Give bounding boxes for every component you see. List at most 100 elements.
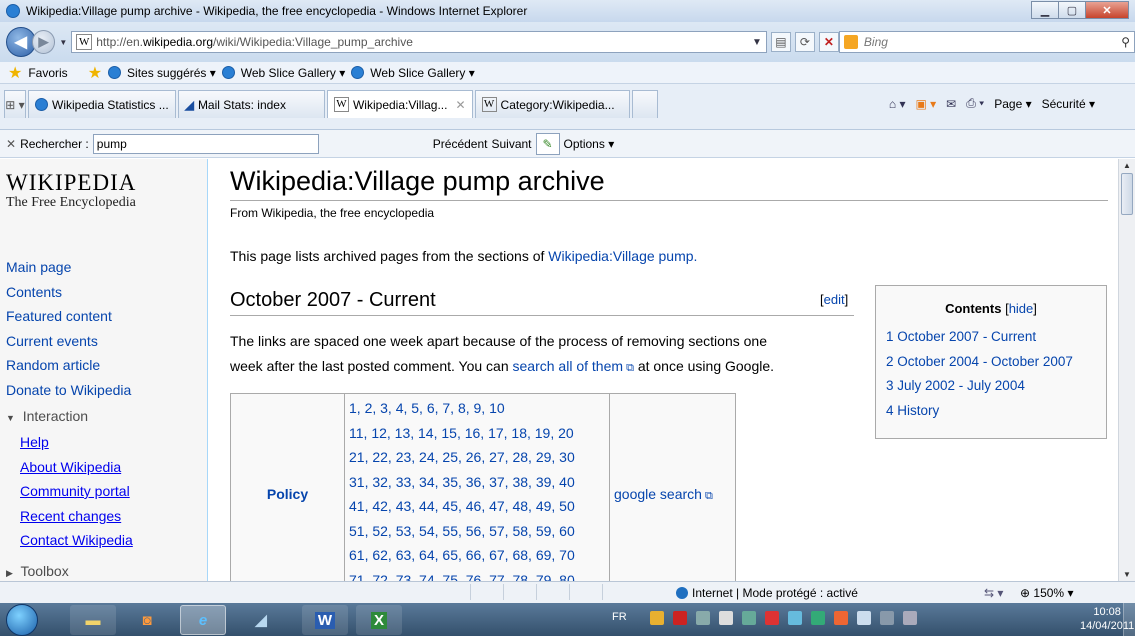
show-desktop-button[interactable] <box>1123 603 1135 636</box>
search-all-link[interactable]: search all of them <box>513 358 624 374</box>
tray-usb-icon[interactable] <box>856 611 871 625</box>
search-icon[interactable]: ⚲ <box>1121 35 1130 49</box>
scroll-down-icon[interactable]: ▼ <box>1123 570 1131 579</box>
find-next-button[interactable]: Suivant <box>491 137 531 151</box>
address-dropdown-icon[interactable]: ▼ <box>752 37 762 48</box>
find-previous-button[interactable]: Précédent <box>433 137 488 151</box>
policy-label[interactable]: Policy <box>267 486 308 502</box>
print-icon[interactable]: ⎙ ▾ <box>966 96 984 111</box>
volume-icon[interactable] <box>718 611 733 625</box>
edit-link[interactable]: edit <box>824 292 845 307</box>
tray-flag-icon[interactable] <box>833 611 848 625</box>
system-tray: FR <box>612 611 917 625</box>
toolbox-heading[interactable]: ▶ Toolbox <box>6 563 69 579</box>
nav-contents[interactable]: Contents <box>6 284 62 300</box>
tab-village-pump[interactable]: W Wikipedia:Villag... ✕ <box>326 90 473 118</box>
archive-row[interactable]: 51, 52, 53, 54, 55, 56, 57, 58, 59, 60 <box>349 519 605 544</box>
nav-featured-content[interactable]: Featured content <box>6 308 112 324</box>
maximize-button[interactable]: ▢ <box>1058 1 1086 19</box>
close-window-button[interactable]: ✕ <box>1085 1 1129 19</box>
word-taskbar-button[interactable]: W <box>302 605 348 635</box>
security-zone[interactable]: Internet | Mode protégé : activé <box>676 586 858 600</box>
zoom-dropdown-icon[interactable]: ▾ <box>1067 586 1073 600</box>
archive-row[interactable]: 31, 32, 33, 34, 35, 36, 37, 38, 39, 40 <box>349 470 605 495</box>
app-taskbar-button[interactable]: ◢ <box>238 605 284 635</box>
toc-item[interactable]: 4 History <box>886 403 939 418</box>
fav-item-webslice-1[interactable]: Web Slice Gallery ▾ <box>241 66 346 80</box>
zoom-control[interactable]: ⊕ 150% ▾ <box>1020 586 1073 600</box>
tray-security-icon[interactable] <box>672 611 687 625</box>
find-input[interactable]: pump <box>92 133 319 154</box>
wikipedia-logo[interactable]: WIKIPEDIA The Free Encyclopedia <box>6 170 136 211</box>
excel-taskbar-button[interactable]: X <box>356 605 402 635</box>
feeds-icon[interactable]: ▣ ▾ <box>915 97 936 111</box>
favorites-star-icon[interactable]: ★ <box>8 63 22 83</box>
find-options-button[interactable]: Options ▾ <box>564 137 615 151</box>
status-tools-icon[interactable]: ⇆ ▾ <box>984 586 1003 600</box>
nav-community-portal[interactable]: Community portal <box>20 483 130 499</box>
tray-device-icon[interactable] <box>879 611 894 625</box>
highlight-pen-icon[interactable]: ✎ <box>535 132 560 155</box>
archive-row[interactable]: 21, 22, 23, 24, 25, 26, 27, 28, 29, 30 <box>349 445 605 470</box>
history-dropdown-icon[interactable]: ▼ <box>59 38 67 47</box>
archive-row[interactable]: 41, 42, 43, 44, 45, 46, 47, 48, 49, 50 <box>349 494 605 519</box>
tray-app-icon[interactable] <box>649 611 664 625</box>
close-tab-icon[interactable]: ✕ <box>455 98 465 112</box>
tray-misc-icon[interactable] <box>902 611 917 625</box>
village-pump-link[interactable]: Wikipedia:Village pump. <box>548 248 697 264</box>
archive-row[interactable]: 1, 2, 3, 4, 5, 6, 7, 8, 9, 10 <box>349 396 605 421</box>
vertical-scrollbar[interactable]: ▲ ▼ <box>1118 159 1135 581</box>
tray-sync-icon[interactable] <box>741 611 756 625</box>
nav-current-events[interactable]: Current events <box>6 333 98 349</box>
nav-donate[interactable]: Donate to Wikipedia <box>6 382 131 398</box>
ie-taskbar-button[interactable]: e <box>180 605 226 635</box>
language-indicator[interactable]: FR <box>612 611 627 625</box>
archive-row[interactable]: 11, 12, 13, 14, 15, 16, 17, 18, 19, 20 <box>349 421 605 446</box>
tray-monitor-icon[interactable] <box>787 611 802 625</box>
quick-tabs-button[interactable]: ⊞ ▾ <box>4 90 26 118</box>
address-field[interactable]: W http://en. wikipedia.org/wiki/Wikipedia… <box>71 31 767 53</box>
nav-random-article[interactable]: Random article <box>6 357 100 373</box>
interaction-heading[interactable]: ▼ Interaction <box>6 408 88 424</box>
add-favorite-icon[interactable]: ★ <box>88 63 102 83</box>
minimize-button[interactable]: ▁ <box>1031 1 1059 19</box>
fav-item-webslice-2[interactable]: Web Slice Gallery ▾ <box>370 66 475 80</box>
start-button[interactable] <box>6 604 38 636</box>
close-find-icon[interactable]: ✕ <box>6 137 16 151</box>
toc-item[interactable]: 2 October 2004 - October 2007 <box>886 354 1073 369</box>
tray-alert-icon[interactable] <box>764 611 779 625</box>
tray-update-icon[interactable] <box>810 611 825 625</box>
archive-row[interactable]: 61, 62, 63, 64, 65, 66, 67, 68, 69, 70 <box>349 543 605 568</box>
new-tab-button[interactable] <box>631 90 658 118</box>
security-menu[interactable]: Sécurité ▾ <box>1042 97 1095 111</box>
toc-item[interactable]: 1 October 2007 - Current <box>886 329 1036 344</box>
compatibility-view-icon[interactable]: ▤ <box>770 32 791 52</box>
refresh-icon[interactable]: ⟳ <box>794 32 815 52</box>
tab-mail-stats[interactable]: ◢ Mail Stats: index <box>177 90 325 118</box>
archive-row[interactable]: 71, 72, 73, 74, 75, 76, 77, 78, 79, 80 <box>349 568 605 582</box>
outlook-taskbar-button[interactable]: ◙ <box>124 605 170 635</box>
toc-hide-link[interactable]: hide <box>1009 301 1034 316</box>
scrollbar-thumb[interactable] <box>1121 173 1133 215</box>
page-menu[interactable]: Page ▾ <box>994 97 1031 111</box>
scroll-up-icon[interactable]: ▲ <box>1123 161 1131 170</box>
tray-network-icon[interactable] <box>695 611 710 625</box>
tab-category-wikipedia[interactable]: W Category:Wikipedia... <box>474 90 630 118</box>
toc-item[interactable]: 3 July 2002 - July 2004 <box>886 378 1025 393</box>
fav-item-suggested[interactable]: Sites suggérés ▾ <box>127 66 216 80</box>
explorer-taskbar-button[interactable]: ▬ <box>70 605 116 635</box>
nav-about[interactable]: About Wikipedia <box>20 459 121 475</box>
edit-section-link[interactable]: [edit] <box>820 292 848 307</box>
search-input[interactable]: Bing ⚲ <box>838 31 1135 53</box>
forward-button[interactable]: ▶ <box>31 30 56 54</box>
nav-contact[interactable]: Contact Wikipedia <box>20 532 133 548</box>
nav-recent-changes[interactable]: Recent changes <box>20 508 121 524</box>
home-icon[interactable]: ⌂ ▾ <box>889 97 906 111</box>
tab-wikipedia-statistics[interactable]: Wikipedia Statistics ... <box>28 90 176 118</box>
nav-help[interactable]: Help <box>20 434 49 450</box>
stop-icon[interactable]: ✕ <box>818 32 839 52</box>
nav-main-page[interactable]: Main page <box>6 259 71 275</box>
google-search-link[interactable]: google search <box>614 486 702 502</box>
mail-icon[interactable]: ✉ <box>946 97 956 111</box>
favorites-button[interactable]: Favoris <box>28 66 67 80</box>
